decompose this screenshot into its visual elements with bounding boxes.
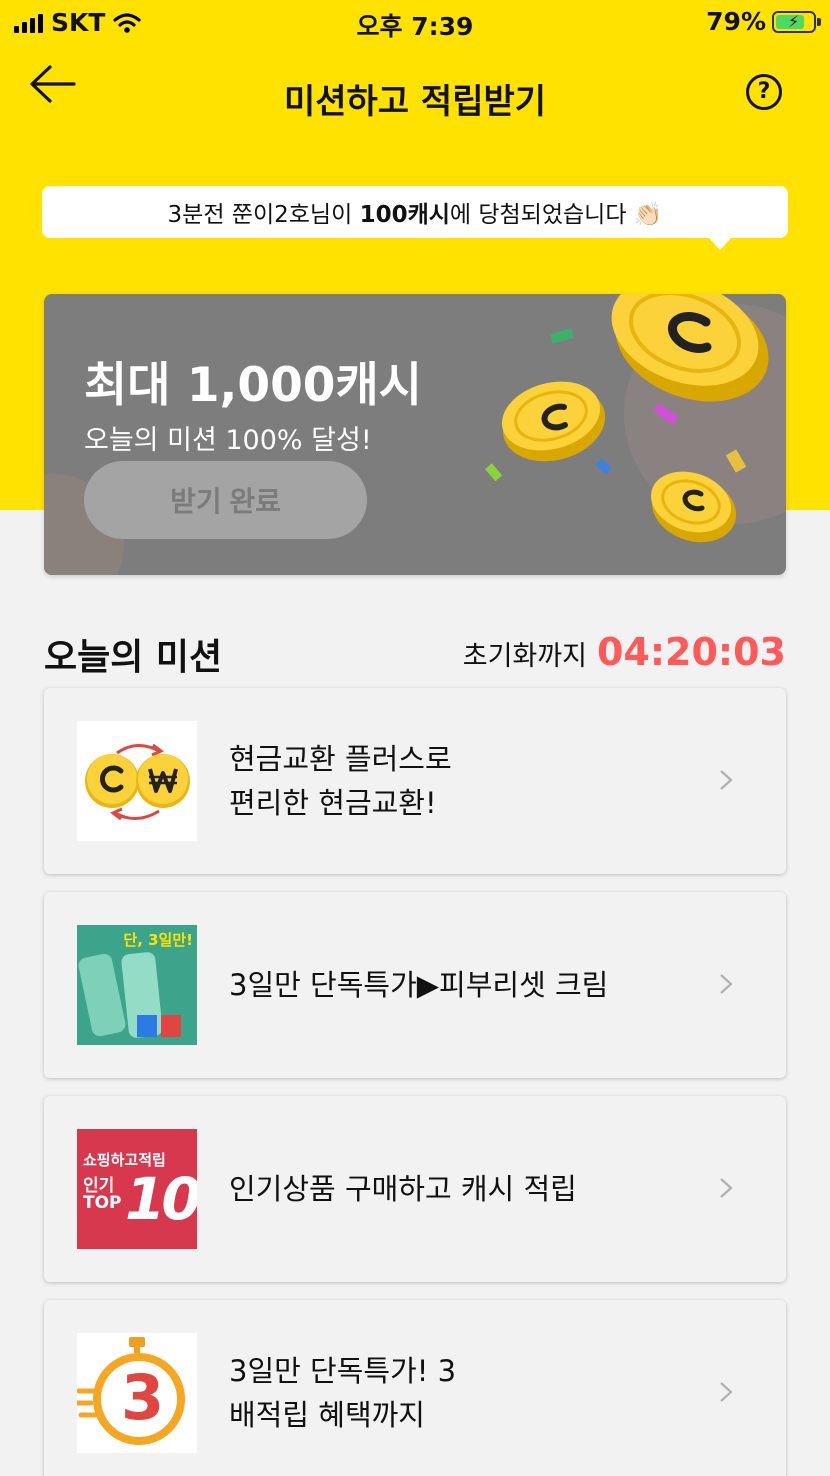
chevron-right-icon	[720, 770, 733, 790]
mission-card-cream-deal[interactable]: 단, 3일만! 3일만 단독특가▶피부리셋 크림	[44, 892, 786, 1078]
navigation-bar: 미션하고 적립받기 ?	[0, 56, 830, 128]
cash-exchange-icon	[77, 721, 197, 841]
thumbnail-label: 단, 3일만!	[123, 931, 193, 949]
chevron-right-icon	[720, 1382, 733, 1402]
mission-title-line1: 3일만 단독특가! 3	[229, 1354, 457, 1388]
mission-card-top10[interactable]: 쇼핑하고적립 인기 TOP 10 인기상품 구매하고 캐시 적립	[44, 1096, 786, 1282]
mission-title-line1: 현금교환 플러스로	[229, 742, 452, 776]
mission-title-line1: 3일만 단독특가▶피부리셋 크림	[229, 968, 609, 1002]
missions-header: 오늘의 미션 초기화까지 04:20:03	[44, 628, 786, 678]
product-cream-thumbnail: 단, 3일만!	[77, 925, 197, 1045]
help-icon[interactable]: ?	[746, 74, 782, 110]
reset-label: 초기화까지	[462, 641, 587, 672]
mission-title-line1: 인기상품 구매하고 캐시 적립	[229, 1172, 577, 1206]
reward-banner: 최대 1,000캐시 오늘의 미션 100% 달성! 받기 완료	[44, 294, 786, 575]
mission-text: 현금교환 플러스로 편리한 현금교환!	[229, 688, 699, 874]
ticker-highlight: 100캐시	[359, 202, 450, 228]
mission-text: 인기상품 구매하고 캐시 적립	[229, 1096, 699, 1282]
claim-complete-button[interactable]: 받기 완료	[84, 461, 367, 539]
thumbnail-label: TOP	[83, 1193, 122, 1213]
mission-title-line2: 편리한 현금교환!	[229, 786, 437, 820]
mission-card-cash-exchange[interactable]: 현금교환 플러스로 편리한 현금교환!	[44, 688, 786, 874]
page-title: 미션하고 적립받기	[283, 82, 547, 122]
mission-title-line2: 배적립 혜택까지	[229, 1398, 425, 1432]
top10-shopping-thumbnail: 쇼핑하고적립 인기 TOP 10	[77, 1129, 197, 1249]
status-bar: SKT 오후 7:39 79% ⚡	[0, 0, 830, 48]
mission-card-3x-deal[interactable]: 3 3일만 단독특가! 3 배적립 혜택까지	[44, 1300, 786, 1476]
thumbnail-number: 3	[121, 1361, 165, 1434]
battery-icon: ⚡	[772, 10, 821, 33]
battery-percent: 79%	[706, 7, 766, 36]
thumbnail-number: 10	[125, 1165, 197, 1233]
chevron-right-icon	[720, 974, 733, 994]
ticker-suffix: 에 당첨되었습니다 👏🏻	[449, 202, 663, 228]
countdown-timer: 04:20:03	[596, 630, 786, 674]
banner-headline: 최대 1,000캐시	[84, 358, 422, 413]
mission-text: 3일만 단독특가! 3 배적립 혜택까지	[229, 1300, 699, 1476]
mission-text: 3일만 단독특가▶피부리셋 크림	[229, 892, 699, 1078]
stopwatch-3-icon: 3	[77, 1333, 197, 1453]
missions-title: 오늘의 미션	[44, 637, 223, 678]
winner-ticker: 3분전 쭌이2호님이 100캐시 에 당첨되었습니다 👏🏻	[42, 186, 788, 250]
banner-subtitle: 오늘의 미션 100% 달성!	[84, 425, 372, 456]
reset-countdown: 초기화까지 04:20:03	[463, 630, 786, 674]
chevron-right-icon	[720, 1178, 733, 1198]
battery-status: 79% ⚡	[706, 7, 821, 36]
ticker-prefix: 3분전 쭌이2호님이	[167, 202, 360, 228]
